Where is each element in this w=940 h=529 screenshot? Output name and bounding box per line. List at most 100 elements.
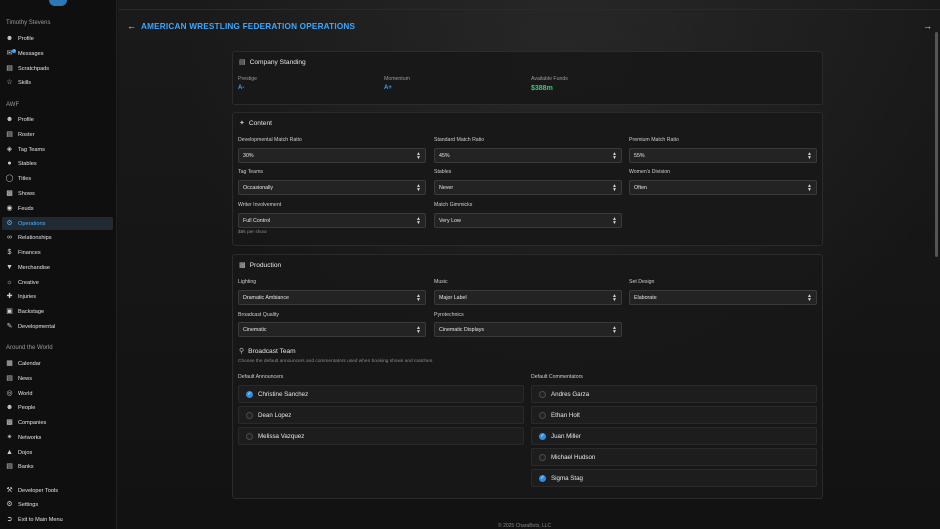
sidebar-item-label: Relationships [18,234,52,241]
select-arrows-icon: ▲ ▼ [807,183,812,193]
sidebar-item-exit[interactable]: ➲ Exit to Main Menu [2,513,113,526]
sidebar-item-developmental[interactable]: ✎ Developmental [2,320,113,333]
sidebar-item-tag-teams[interactable]: ◈ Tag Teams [2,143,113,156]
checkbox-unchecked-icon[interactable] [539,453,546,461]
sidebar-item-operations[interactable]: ⚙ Operations [2,217,113,230]
footer-copyright: © 2025 CharaBots, LLC [498,523,552,529]
card-title-text: Company Standing [249,58,306,66]
main-content: ← AMERICAN WRESTLING FEDERATION OPERATIO… [118,0,940,529]
sidebar-item-skills[interactable]: ☆ Skills [2,76,113,89]
sidebar-item-profile[interactable]: ☻ Profile [2,32,113,45]
match-gimmicks-select[interactable]: Very Low ▲ ▼ [434,213,622,228]
sidebar-item-finances[interactable]: $ Finances [2,246,113,259]
sidebar-item-merchandise[interactable]: ▼ Merchandise [2,261,113,274]
music-select[interactable]: Major Label ▲ ▼ [434,290,622,305]
dev-ratio-stepper[interactable]: 30% ▲ ▼ [238,148,426,163]
sidebar-item-label: Messages [18,50,44,57]
sidebar-item-label: Developmental [18,323,56,330]
sidebar-item-stables[interactable]: ● Stables [2,157,113,170]
sidebar-item-shows[interactable]: ▩ Shows [2,187,113,200]
sidebar-item-banks[interactable]: ▤ Banks [2,460,113,473]
stepper-arrows-icon[interactable]: ▲ ▼ [612,152,617,161]
stables-select[interactable]: Never ▲ ▼ [434,180,622,195]
select-arrows-icon: ▲ ▼ [807,293,812,303]
company-standing-card: ▤ Company Standing Prestige A- Momentum … [232,51,823,105]
sidebar-item-messages[interactable]: ✉ Messages [2,47,113,60]
sidebar-item-developer-tools[interactable]: ⚒ Developer Tools [2,484,113,497]
exit-icon: ➲ [6,516,13,523]
commentator-option[interactable]: Michael Hudson [531,448,817,466]
prem-ratio-stepper[interactable]: 55% ▲ ▼ [629,148,817,163]
sidebar-item-label: Titles [18,175,32,182]
sidebar-item-world[interactable]: ◎ World [2,387,113,400]
default-commentators-label: Default Commentators [531,374,583,380]
sidebar-item-label: Injuries [18,293,37,300]
sidebar-item-people[interactable]: ☻ People [2,401,113,414]
checkbox-unchecked-icon[interactable] [246,432,253,440]
broadcast-quality-select[interactable]: Cinematic ▲ ▼ [238,322,426,337]
womens-division-select[interactable]: Often ▲ ▼ [629,180,817,195]
sidebar-item-titles[interactable]: ◯ Titles [2,172,113,185]
sidebar-item-calendar[interactable]: ▦ Calendar [2,357,113,370]
commentator-name: Juan Miller [551,432,581,440]
sidebar-item-backstage[interactable]: ▣ Backstage [2,305,113,318]
commentator-option[interactable]: ✓ Sigma Stag [531,469,817,487]
sidebar-item-feuds[interactable]: ◉ Feuds [2,202,113,215]
sidebar: Timothy Stevens ☻ Profile ✉ Messages ▤ S… [0,0,117,529]
funds-label: Available Funds [531,76,568,82]
sidebar-item-roster[interactable]: ▤ Roster [2,128,113,141]
momentum-label: Momentum [384,76,410,82]
link-icon: ∞ [7,234,12,241]
announcer-option[interactable]: ✓ Christine Sanchez [238,385,524,403]
sidebar-item-networks[interactable]: ✴ Networks [2,431,113,444]
sidebar-item-injuries[interactable]: ✚ Injuries [2,290,113,303]
lighting-select[interactable]: Dramatic Ambiance ▲ ▼ [238,290,426,305]
forward-arrow-icon[interactable]: → [923,21,932,31]
writer-involvement-select[interactable]: Full Control ▲ ▼ [238,213,426,228]
sidebar-item-relationships[interactable]: ∞ Relationships [2,231,113,244]
checkbox-unchecked-icon[interactable] [539,390,546,398]
sidebar-item-company-profile[interactable]: ☻ Profile [2,113,113,126]
commentator-option[interactable]: Ethan Holt [531,406,817,424]
app-logo [49,0,67,6]
checkbox-checked-icon[interactable]: ✓ [246,390,253,398]
announcer-option[interactable]: Dean Lopez [238,406,524,424]
sidebar-item-label: Exit to Main Menu [18,516,63,523]
writer-involvement-value: Full Control [243,217,271,224]
std-ratio-stepper[interactable]: 45% ▲ ▼ [434,148,622,163]
writer-involvement-label: Writer Involvement [238,202,282,208]
sidebar-item-label: Feuds [18,205,34,212]
checkbox-unchecked-icon[interactable] [539,411,546,419]
sidebar-item-creative[interactable]: ☼ Creative [2,276,113,289]
stepper-arrows-icon[interactable]: ▲ ▼ [807,152,812,161]
pyrotechnics-select[interactable]: Cinematic Displays ▲ ▼ [434,322,622,337]
content-card: ✦ Content Developmental Match Ratio 30% … [232,112,823,246]
sidebar-item-scratchpads[interactable]: ▤ Scratchpads [2,62,113,75]
sidebar-item-companies[interactable]: ▩ Companies [2,416,113,429]
settings-icon: ⚙ [6,501,13,508]
sidebar-section-world: Around the World [6,345,53,351]
sidebar-item-label: Developer Tools [18,487,59,494]
back-arrow-icon[interactable]: ← [127,21,136,31]
select-arrows-icon: ▲ ▼ [612,293,617,303]
checkbox-unchecked-icon[interactable] [246,411,253,419]
checkbox-checked-icon[interactable]: ✓ [539,474,546,482]
sidebar-item-news[interactable]: ▤ News [2,372,113,385]
medical-icon: ✚ [6,293,13,300]
tag-teams-select[interactable]: Occasionally ▲ ▼ [238,180,426,195]
globe-icon: ◎ [6,390,13,397]
std-ratio-value: 45% [439,152,450,159]
money-icon: $ [7,249,12,256]
commentator-option[interactable]: Andres Garza [531,385,817,403]
group-icon: ● [7,160,12,167]
set-design-select[interactable]: Elaborate ▲ ▼ [629,290,817,305]
announcer-option[interactable]: Melissa Vazquez [238,427,524,445]
checkbox-checked-icon[interactable]: ✓ [539,432,546,440]
scrollbar[interactable] [935,32,938,257]
commentator-option[interactable]: ✓ Juan Miller [531,427,817,445]
stepper-arrows-icon[interactable]: ▲ ▼ [416,152,421,161]
stables-value: Never [439,184,454,191]
sidebar-item-settings[interactable]: ⚙ Settings [2,498,113,511]
sidebar-item-dojos[interactable]: ▲ Dojos [2,446,113,459]
announcer-name: Melissa Vazquez [258,432,305,440]
